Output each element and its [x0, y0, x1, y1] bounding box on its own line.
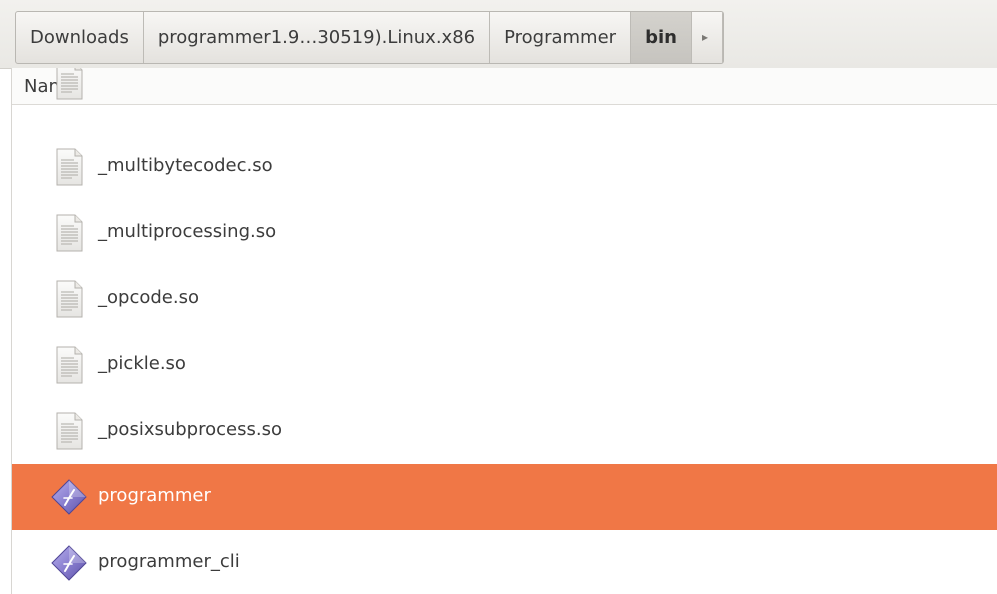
list-item[interactable]: _pickle.so	[12, 332, 997, 398]
text-document-icon	[50, 214, 88, 252]
breadcrumb-bin[interactable]: bin	[631, 12, 692, 63]
text-document-icon	[50, 346, 88, 384]
breadcrumb-forward-arrow-icon[interactable]: ▸	[692, 12, 723, 63]
file-name: _opcode.so	[98, 287, 199, 308]
file-name: _pickle.so	[98, 353, 186, 374]
list-item[interactable]: _opcode.so	[12, 266, 997, 332]
executable-diamond-icon	[50, 478, 88, 516]
text-document-icon	[50, 280, 88, 318]
file-name: _posixsubprocess.so	[98, 419, 282, 440]
breadcrumb-downloads[interactable]: Downloads	[16, 12, 144, 63]
list-item[interactable]: _multiprocessing.so	[12, 200, 997, 266]
list-item-partial[interactable]	[12, 68, 997, 114]
file-name: programmer_cli	[98, 551, 240, 572]
list-item-selected[interactable]: programmer	[12, 464, 997, 530]
breadcrumb-programmer[interactable]: Programmer	[490, 12, 632, 63]
breadcrumb-programmer-archive[interactable]: programmer1.9…30519).Linux.x86	[144, 12, 491, 63]
path-bar: Downloads programmer1.9…30519).Linux.x86…	[0, 0, 997, 69]
text-document-icon	[50, 68, 88, 100]
executable-diamond-icon	[50, 544, 88, 582]
breadcrumb: Downloads programmer1.9…30519).Linux.x86…	[15, 11, 724, 64]
text-document-icon	[50, 412, 88, 450]
file-list[interactable]: Name _multibytecodec.so _multiprocessing…	[11, 68, 997, 594]
text-document-icon	[50, 148, 88, 186]
file-name: programmer	[98, 485, 211, 506]
list-item[interactable]: programmer_cli	[12, 530, 997, 594]
list-item[interactable]: _posixsubprocess.so	[12, 398, 997, 464]
list-item[interactable]: _multibytecodec.so	[12, 134, 997, 200]
file-name: _multibytecodec.so	[98, 155, 273, 176]
file-name: _multiprocessing.so	[98, 221, 277, 242]
